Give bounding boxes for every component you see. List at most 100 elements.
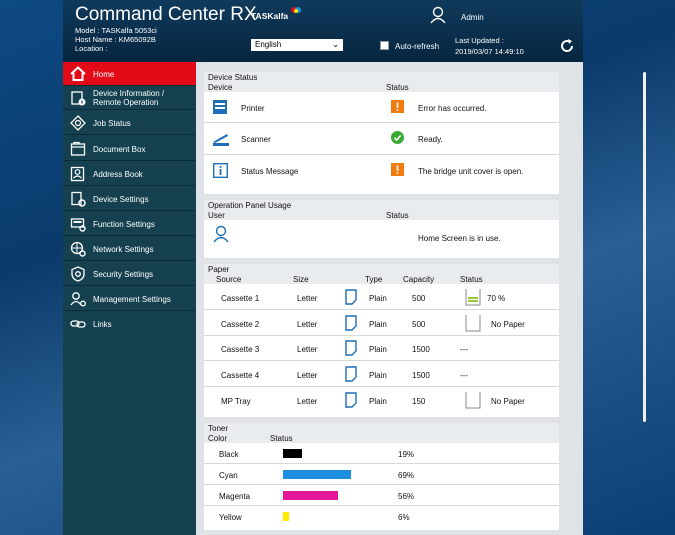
model-label: Model : TASKalfa 5053ci bbox=[75, 26, 157, 35]
paper-status: No Paper bbox=[491, 397, 525, 406]
sidebar-item-device-information[interactable]: Device Information / Remote Operation bbox=[63, 86, 196, 110]
check-icon bbox=[391, 131, 404, 144]
sidebar-item-links[interactable]: Links bbox=[63, 312, 196, 336]
sidebar-item-function-settings[interactable]: Function Settings bbox=[63, 212, 196, 236]
brand-swirl-icon bbox=[291, 7, 301, 13]
user-name[interactable]: Admin bbox=[461, 13, 484, 22]
brand-logo: TASKalfa bbox=[251, 11, 289, 21]
paper-source: Cassette 1 bbox=[221, 294, 260, 303]
sidebar-item-label: Document Box bbox=[93, 145, 146, 154]
column-header-status: Status bbox=[270, 434, 293, 443]
paper-row: MP Tray Letter Plain 150 No Paper bbox=[204, 387, 559, 414]
language-value: English bbox=[255, 40, 282, 49]
toner-level-bar bbox=[283, 491, 338, 500]
device-name: Printer bbox=[241, 104, 265, 113]
operation-panel-usage-panel: Operation Panel Usage User Status Home S… bbox=[204, 200, 559, 258]
paper-panel: Paper Source Size Type Capacity Status C… bbox=[204, 264, 559, 417]
paper-capacity: 1500 bbox=[412, 371, 430, 380]
paper-row: Cassette 4 Letter Plain 1500 --- bbox=[204, 361, 559, 387]
paper-size: Letter bbox=[297, 294, 318, 303]
chevron-down-icon: ⌄ bbox=[332, 40, 339, 49]
auto-refresh-checkbox[interactable] bbox=[380, 41, 389, 50]
header: Command Center RX Model : TASKalfa 5053c… bbox=[63, 0, 583, 62]
sidebar-item-label: Job Status bbox=[93, 119, 131, 128]
home-icon bbox=[70, 66, 86, 81]
warning-icon bbox=[391, 163, 404, 176]
panel-title: Toner bbox=[208, 424, 229, 433]
panel-header: Toner Color Status bbox=[204, 423, 559, 443]
sidebar-item-address-book[interactable]: Address Book bbox=[63, 162, 196, 186]
paper-status: 70 % bbox=[487, 294, 506, 303]
paper-type: Plain bbox=[369, 294, 387, 303]
device-row-printer: Printer Error has occurred. bbox=[204, 92, 559, 123]
toner-level-text: 6% bbox=[398, 513, 410, 522]
app-title: Command Center RX bbox=[75, 4, 257, 25]
paper-capacity: 500 bbox=[412, 294, 426, 303]
function-settings-icon bbox=[70, 218, 86, 232]
toner-level-bar bbox=[283, 512, 289, 521]
paper-size: Letter bbox=[297, 397, 318, 406]
paper-source: Cassette 4 bbox=[221, 371, 260, 380]
paper-sheet-icon bbox=[345, 289, 357, 305]
sidebar-item-label: Security Settings bbox=[93, 270, 154, 279]
language-select[interactable]: English ⌄ bbox=[251, 39, 343, 51]
paper-capacity: 150 bbox=[412, 397, 426, 406]
user-icon bbox=[213, 225, 229, 243]
sidebar-item-security-settings[interactable]: Security Settings bbox=[63, 262, 196, 286]
sidebar-item-label: Device Information / Remote Operation bbox=[93, 89, 165, 107]
scrollbar[interactable] bbox=[643, 72, 646, 422]
scanner-icon bbox=[213, 134, 229, 146]
paper-capacity: 1500 bbox=[412, 345, 430, 354]
main-content: Device Status Device Status Printer Erro… bbox=[196, 62, 646, 535]
document-box-icon bbox=[70, 141, 86, 156]
device-status-text: Error has occurred. bbox=[418, 104, 487, 113]
security-settings-icon bbox=[71, 266, 85, 282]
paper-status: --- bbox=[460, 371, 468, 380]
tray-partial-icon bbox=[465, 289, 481, 306]
sidebar-item-network-settings[interactable]: Network Settings bbox=[63, 237, 196, 261]
sidebar-item-label: Network Settings bbox=[93, 245, 154, 254]
panel-header: Operation Panel Usage User Status bbox=[204, 200, 559, 220]
warning-icon bbox=[391, 100, 404, 113]
paper-source: Cassette 3 bbox=[221, 345, 260, 354]
app-window: Command Center RX Model : TASKalfa 5053c… bbox=[63, 0, 646, 535]
toner-row: Black 19% bbox=[204, 443, 559, 464]
sidebar-item-document-box[interactable]: Document Box bbox=[63, 137, 196, 161]
device-name: Scanner bbox=[241, 135, 271, 144]
toner-color-name: Cyan bbox=[219, 471, 238, 480]
sidebar-item-home[interactable]: Home bbox=[63, 62, 196, 86]
toner-row: Cyan 69% bbox=[204, 464, 559, 485]
column-header-user: User bbox=[208, 211, 225, 220]
network-settings-icon bbox=[70, 241, 86, 257]
paper-source: Cassette 2 bbox=[221, 320, 260, 329]
device-row-status-message: Status Message The bridge unit cover is … bbox=[204, 155, 559, 187]
tray-empty-icon bbox=[465, 392, 481, 409]
paper-type: Plain bbox=[369, 397, 387, 406]
paper-row: Cassette 2 Letter Plain 500 No Paper bbox=[204, 310, 559, 336]
device-status-panel: Device Status Device Status Printer Erro… bbox=[204, 72, 559, 194]
sidebar-item-device-settings[interactable]: Device Settings bbox=[63, 187, 196, 211]
device-settings-icon bbox=[71, 191, 86, 207]
paper-size: Letter bbox=[297, 320, 318, 329]
column-header-capacity: Capacity bbox=[403, 275, 435, 284]
panel-header: Paper Source Size Type Capacity Status bbox=[204, 264, 559, 284]
sidebar-item-label: Device Settings bbox=[93, 195, 149, 204]
address-book-icon bbox=[70, 166, 85, 182]
sidebar-item-job-status[interactable]: Job Status bbox=[63, 111, 196, 135]
column-header-status: Status bbox=[460, 275, 483, 284]
paper-type: Plain bbox=[369, 320, 387, 329]
sidebar-item-label: Function Settings bbox=[93, 220, 155, 229]
toner-panel: Toner Color Status Black 19% Cyan 69% Magent… bbox=[204, 423, 559, 530]
sidebar-item-management-settings[interactable]: Management Settings bbox=[63, 287, 196, 311]
paper-type: Plain bbox=[369, 345, 387, 354]
refresh-icon[interactable] bbox=[559, 38, 575, 54]
toner-color-name: Magenta bbox=[219, 492, 251, 501]
paper-size: Letter bbox=[297, 345, 318, 354]
last-updated-label: Last Updated : bbox=[455, 36, 504, 45]
paper-type: Plain bbox=[369, 371, 387, 380]
user-icon[interactable] bbox=[430, 6, 446, 24]
device-status-text: The bridge unit cover is open. bbox=[418, 167, 524, 176]
toner-level-bar bbox=[283, 470, 351, 479]
toner-row: Yellow 6% bbox=[204, 506, 559, 527]
panel-title: Operation Panel Usage bbox=[208, 201, 292, 210]
